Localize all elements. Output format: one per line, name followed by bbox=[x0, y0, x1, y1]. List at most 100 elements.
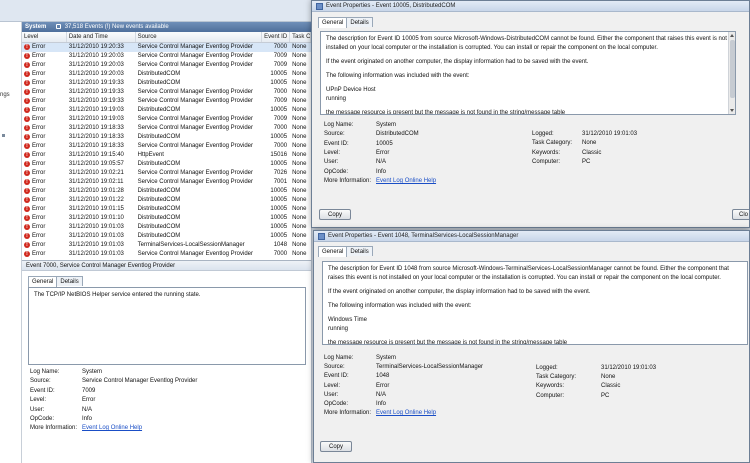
detail-title: Event 7000, Service Control Manager Even… bbox=[22, 261, 311, 271]
error-icon: ! bbox=[24, 143, 30, 149]
event-properties-dialog-10005[interactable]: Event Properties - Event 10005, Distribu… bbox=[311, 0, 750, 228]
table-row[interactable]: ! Error 31/12/2010 19:01:28 DistributedCOM 1… bbox=[22, 187, 311, 196]
description-box[interactable]: The description for Event ID 10005 from … bbox=[320, 31, 736, 115]
level-text: Error bbox=[32, 233, 46, 239]
error-icon: ! bbox=[24, 71, 30, 77]
table-row[interactable]: ! Error 31/12/2010 19:01:15 DistributedCOM 1… bbox=[22, 205, 311, 214]
cell-date: 31/12/2010 19:19:03 bbox=[68, 116, 124, 122]
copy-button[interactable]: Copy bbox=[319, 209, 351, 220]
cell-date: 31/12/2010 19:19:33 bbox=[68, 89, 124, 95]
property-label: Source: bbox=[30, 378, 51, 385]
arrow-up-icon[interactable] bbox=[730, 34, 734, 37]
property-row: Log Name: System bbox=[30, 368, 300, 377]
cell-level: ! Error bbox=[22, 142, 67, 151]
cell-source: Service Control Manager Eventlog Provide… bbox=[137, 116, 253, 122]
event-log-online-help-link[interactable]: Event Log Online Help bbox=[376, 409, 436, 418]
table-row[interactable]: ! Error 31/12/2010 19:20:03 Service Control… bbox=[22, 61, 311, 70]
cell-date: 31/12/2010 19:18:33 bbox=[68, 143, 124, 149]
event-list[interactable]: Level Date and Time Source Event ID Task… bbox=[22, 32, 312, 260]
table-row[interactable]: ! Error 31/12/2010 19:18:33 Service Control… bbox=[22, 124, 311, 133]
property-value: TerminalServices-LocalSessionManager bbox=[376, 364, 484, 371]
close-button[interactable]: Clo bbox=[732, 209, 749, 220]
tab-general[interactable]: General bbox=[28, 276, 58, 287]
table-row[interactable]: ! Error 31/12/2010 19:01:03 TerminalService… bbox=[22, 241, 311, 250]
table-row[interactable]: ! Error 31/12/2010 19:20:33 Service Control… bbox=[22, 43, 311, 52]
table-row[interactable]: ! Error 31/12/2010 19:02:21 Service Control… bbox=[22, 169, 311, 178]
cell-level: ! Error bbox=[22, 70, 67, 79]
arrow-down-icon[interactable] bbox=[730, 109, 734, 112]
property-value: None bbox=[601, 374, 616, 381]
cell-date: 31/12/2010 19:01:03 bbox=[68, 242, 124, 248]
detail-tabs: General Details bbox=[28, 276, 83, 287]
table-row[interactable]: ! Error 31/12/2010 19:20:03 DistributedCOM 1… bbox=[22, 70, 311, 79]
dialog-title-bar[interactable]: Event Properties - Event 10005, Distribu… bbox=[312, 1, 749, 12]
property-row: Logged: 31/12/2010 19:01:03 bbox=[532, 130, 732, 139]
level-text: Error bbox=[32, 62, 46, 68]
scrollbar-thumb[interactable] bbox=[730, 40, 735, 98]
table-row[interactable]: ! Error 31/12/2010 19:18:33 Service Control… bbox=[22, 142, 311, 151]
table-row[interactable]: ! Error 31/12/2010 19:19:33 DistributedCOM 1… bbox=[22, 79, 311, 88]
property-label: OpCode: bbox=[324, 168, 349, 175]
tab-general[interactable]: General bbox=[318, 246, 348, 257]
cell-source: Service Control Manager Eventlog Provide… bbox=[137, 179, 253, 185]
property-value: System bbox=[376, 122, 397, 128]
table-row[interactable]: ! Error 31/12/2010 19:18:33 DistributedCOM 1… bbox=[22, 133, 311, 142]
column-header-source[interactable]: Source bbox=[136, 32, 263, 42]
property-value: System bbox=[376, 355, 397, 361]
dialog-title-bar[interactable]: Event Properties - Event 1048, TerminalS… bbox=[314, 231, 749, 242]
cell-task-category: None bbox=[292, 179, 307, 185]
cell-task-category: None bbox=[292, 62, 307, 68]
table-row[interactable]: ! Error 31/12/2010 19:01:03 DistributedCOM 1… bbox=[22, 232, 311, 241]
column-header-event-id[interactable]: Event ID bbox=[262, 32, 291, 42]
tab-general[interactable]: General bbox=[318, 17, 348, 28]
cell-source: DistributedCOM bbox=[137, 107, 181, 113]
table-row[interactable]: ! Error 31/12/2010 19:19:33 Service Control… bbox=[22, 88, 311, 97]
table-row[interactable]: ! Error 31/12/2010 19:19:03 Service Control… bbox=[22, 115, 311, 124]
cell-event-id: 7026 bbox=[273, 170, 288, 176]
error-icon: ! bbox=[24, 206, 30, 212]
table-row[interactable]: ! Error 31/12/2010 19:20:03 Service Control… bbox=[22, 52, 311, 61]
cell-task-category: None bbox=[292, 71, 307, 77]
table-row[interactable]: ! Error 31/12/2010 19:01:22 DistributedCOM 1… bbox=[22, 196, 311, 205]
table-row[interactable]: ! Error 31/12/2010 19:01:03 DistributedCOM 1… bbox=[22, 223, 311, 232]
property-label: Keywords: bbox=[536, 383, 565, 390]
cell-event-id: 15016 bbox=[270, 152, 288, 158]
column-header-task-category[interactable]: Task Cat bbox=[290, 32, 311, 42]
error-icon: ! bbox=[24, 44, 30, 50]
property-label: Task Category: bbox=[532, 140, 573, 147]
cell-event-id: 7000 bbox=[273, 251, 288, 257]
tab-details[interactable]: Details bbox=[56, 276, 83, 286]
error-icon: ! bbox=[24, 116, 30, 122]
property-value: 1048 bbox=[376, 373, 390, 380]
description-scrollbar[interactable] bbox=[728, 32, 735, 114]
event-log-online-help-link[interactable]: Event Log Online Help bbox=[376, 177, 436, 186]
table-row[interactable]: ! Error 31/12/2010 19:02:11 Service Control… bbox=[22, 178, 311, 187]
property-value: PC bbox=[601, 392, 610, 399]
table-row[interactable]: ! Error 31/12/2010 19:19:03 DistributedCOM 1… bbox=[22, 106, 311, 115]
property-value: 31/12/2010 19:01:03 bbox=[582, 131, 638, 137]
error-icon: ! bbox=[24, 62, 30, 68]
dialog-tabs: General Details bbox=[318, 17, 373, 28]
column-header-level[interactable]: Level bbox=[22, 32, 67, 42]
level-text: Error bbox=[32, 242, 46, 248]
event-properties-dialog-1048[interactable]: Event Properties - Event 1048, TerminalS… bbox=[313, 230, 750, 463]
event-log-online-help-link[interactable]: Event Log Online Help bbox=[82, 424, 142, 433]
table-row[interactable]: ! Error 31/12/2010 19:05:57 DistributedCOM 1… bbox=[22, 160, 311, 169]
event-viewer-icon bbox=[318, 233, 325, 240]
property-value: Service Control Manager Eventlog Provide… bbox=[82, 378, 198, 385]
table-row[interactable]: ! Error 31/12/2010 19:01:03 Service Control… bbox=[22, 250, 311, 259]
table-row[interactable]: ! Error 31/12/2010 19:01:10 DistributedCOM 1… bbox=[22, 214, 311, 223]
description-box[interactable]: The description for Event ID 1048 from s… bbox=[322, 261, 748, 345]
property-label: Log Name: bbox=[30, 369, 60, 375]
property-row: Event ID: 7009 bbox=[30, 387, 300, 396]
table-row[interactable]: ! Error 31/12/2010 19:15:40 HttpEvent 15016 N… bbox=[22, 151, 311, 160]
copy-button[interactable]: Copy bbox=[320, 441, 352, 452]
column-header-date[interactable]: Date and Time bbox=[67, 32, 136, 42]
cell-level: ! Error bbox=[22, 133, 67, 142]
tab-details[interactable]: Details bbox=[346, 246, 373, 256]
tab-details[interactable]: Details bbox=[346, 17, 373, 27]
property-label: Logged: bbox=[532, 131, 554, 137]
property-row: More Information: Event Log Online Help bbox=[30, 424, 300, 433]
table-row[interactable]: ! Error 31/12/2010 19:19:33 Service Control… bbox=[22, 97, 311, 106]
description-paragraph: The description for Event ID 10005 from … bbox=[326, 36, 727, 51]
